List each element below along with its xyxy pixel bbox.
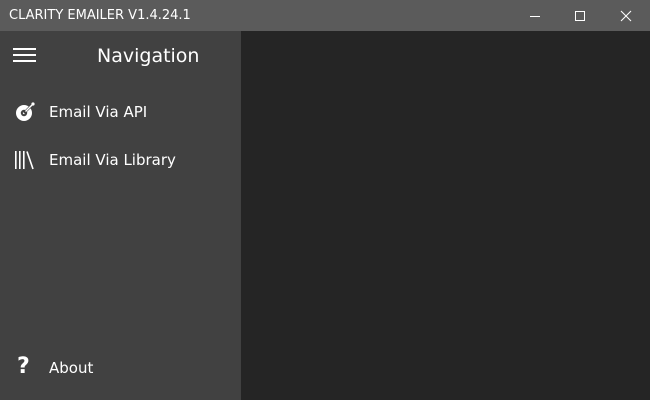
nav-item-email-via-api[interactable]: Email Via API <box>0 90 241 134</box>
close-button[interactable] <box>603 0 649 31</box>
minimize-icon <box>530 15 540 17</box>
window-title: CLARITY EMAILER V1.4.24.1 <box>9 8 191 23</box>
nav-item-label: Email Via API <box>49 103 148 121</box>
maximize-icon <box>575 10 585 21</box>
hamburger-button[interactable] <box>12 45 38 65</box>
disc-icon <box>13 101 37 123</box>
nav-item-about[interactable]: ? About <box>0 346 241 390</box>
library-icon <box>13 149 37 171</box>
maximize-button[interactable] <box>557 0 603 31</box>
navigation-title: Navigation <box>97 45 200 67</box>
close-icon <box>620 10 632 21</box>
nav-item-label: Email Via Library <box>49 151 176 169</box>
content-area <box>241 31 650 400</box>
app-window: CLARITY EMAILER V1.4.24.1 Navigation Ema… <box>0 0 650 400</box>
nav-item-email-via-library[interactable]: Email Via Library <box>0 138 241 182</box>
hamburger-icon <box>13 48 36 62</box>
nav-item-label: About <box>49 359 94 377</box>
help-icon: ? <box>17 354 30 379</box>
minimize-button[interactable] <box>512 0 558 31</box>
navigation-pane: Navigation Email Via API Email Via Libra… <box>0 31 241 400</box>
title-bar[interactable]: CLARITY EMAILER V1.4.24.1 <box>0 0 650 31</box>
